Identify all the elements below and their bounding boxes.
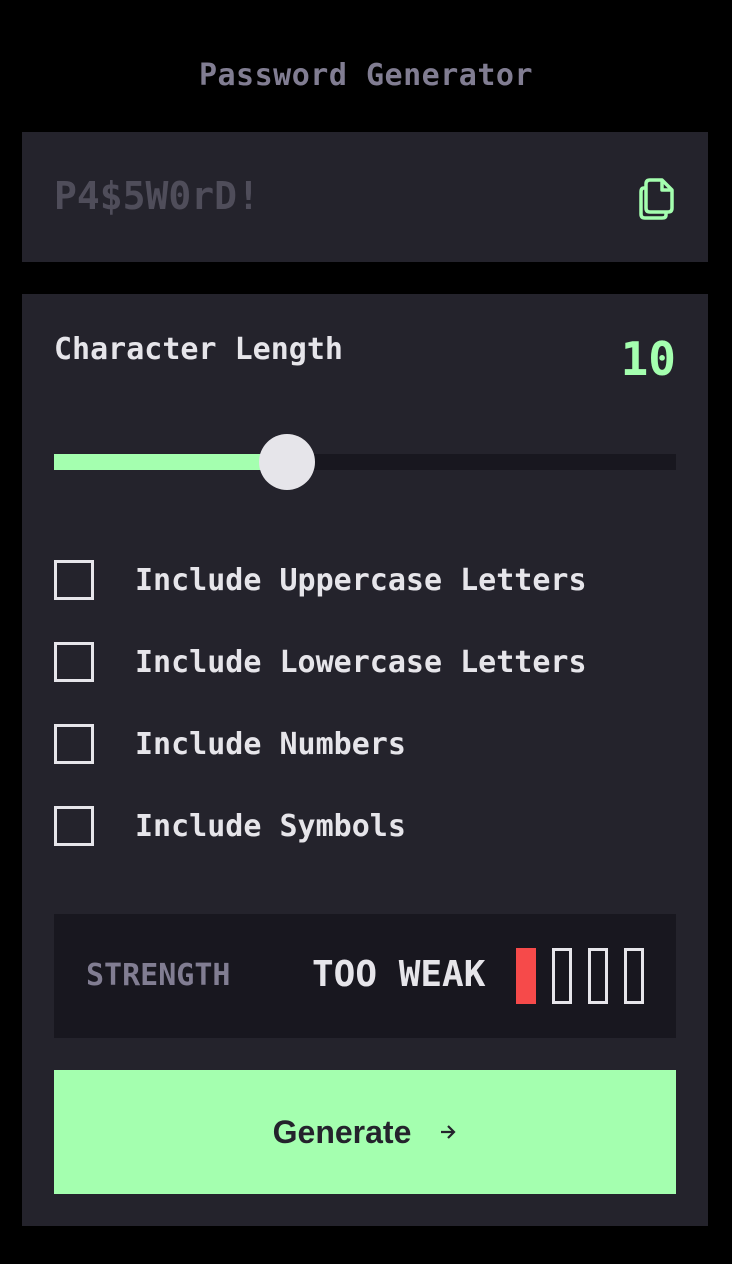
numbers-checkbox[interactable] [54,724,94,764]
uppercase-checkbox[interactable] [54,560,94,600]
character-length-value: 10 [620,332,676,386]
copy-icon [639,178,674,220]
copy-button[interactable] [638,174,678,220]
generate-label: Generate [272,1113,412,1150]
arrow-right-icon [441,1125,456,1139]
lowercase-checkbox[interactable] [54,642,94,682]
strength-meter: STRENGTH TOO WEAK [54,914,676,1038]
password-generator-app: Password Generator P4$5W0rD! Character L… [0,0,732,1264]
strength-value: TOO WEAK [312,954,486,995]
strength-bar-2 [552,948,572,1004]
uppercase-label: Include Uppercase Letters [135,562,587,598]
symbols-label: Include Symbols [135,808,406,844]
option-lowercase[interactable]: Include Lowercase Letters [54,642,587,682]
lowercase-label: Include Lowercase Letters [135,644,587,680]
password-text[interactable]: P4$5W0rD! [54,174,260,218]
slider-fill [54,454,288,470]
length-slider[interactable] [54,434,676,490]
strength-bar-4 [624,948,644,1004]
settings-panel: Character Length 10 Include Uppercase Le… [22,294,708,1226]
symbols-checkbox[interactable] [54,806,94,846]
option-symbols[interactable]: Include Symbols [54,806,406,846]
numbers-label: Include Numbers [135,726,406,762]
option-numbers[interactable]: Include Numbers [54,724,406,764]
generate-button[interactable]: Generate [54,1070,676,1194]
strength-label: STRENGTH [86,958,231,993]
strength-bar-1 [516,948,536,1004]
page-title: Password Generator [198,58,534,93]
password-display: P4$5W0rD! [22,132,708,262]
character-length-label: Character Length [54,332,343,367]
option-uppercase[interactable]: Include Uppercase Letters [54,560,587,600]
slider-thumb[interactable] [259,434,316,490]
strength-bar-3 [588,948,608,1004]
